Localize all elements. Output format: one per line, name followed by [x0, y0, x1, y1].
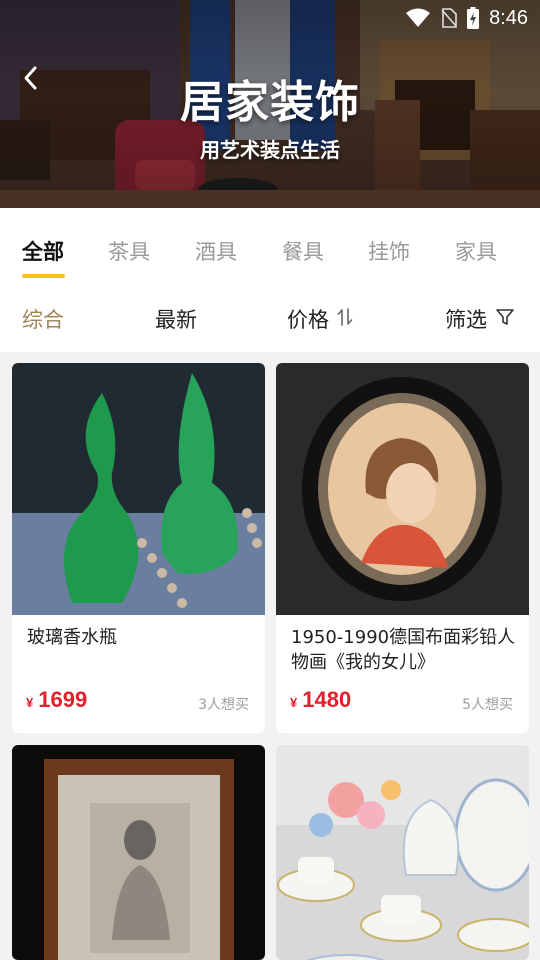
sort-newest-button[interactable]: 最新 [155, 304, 197, 334]
sort-bar: 综合 最新 价格 筛选 [0, 286, 540, 352]
product-title: 玻璃香水瓶 [27, 627, 117, 648]
sort-arrows-icon [337, 307, 353, 332]
tab-wine-set[interactable]: 酒具 [195, 236, 237, 266]
sort-price-label: 价格 [287, 308, 329, 332]
sort-overall-label: 综合 [22, 308, 64, 332]
filter-funnel-icon [495, 307, 515, 332]
sort-overall-button[interactable]: 综合 [22, 304, 64, 334]
price-value: 1480 [302, 687, 352, 712]
tab-active-indicator [22, 274, 65, 278]
tab-tableware[interactable]: 餐具 [282, 236, 324, 266]
filter-label: 筛选 [445, 308, 487, 332]
sort-newest-label: 最新 [155, 308, 197, 332]
sort-price-button[interactable]: 价格 [287, 304, 353, 334]
product-price: ¥ 1699 [26, 687, 87, 713]
page-subtitle: 用艺术装点生活 [200, 138, 340, 162]
product-title: 1950-1990德国布面彩铅人物画《我的女儿》 [291, 627, 516, 673]
product-image-framed-engraving [12, 745, 265, 960]
tab-wall-decor[interactable]: 挂饰 [368, 236, 410, 266]
price-currency: ¥ [26, 695, 34, 710]
product-image-portrait-painting [276, 363, 529, 615]
wifi-icon [405, 8, 431, 28]
product-card[interactable]: 1950-1990德国布面彩铅人物画《我的女儿》 ¥ 1480 5人想买 [276, 363, 529, 733]
page-title: 居家装饰 [180, 77, 360, 128]
hero-banner: 8:46 居家装饰 用艺术装点生活 [0, 0, 540, 208]
product-image-perfume-bottles [12, 363, 265, 615]
price-currency: ¥ [290, 695, 298, 710]
filter-button[interactable]: 筛选 [445, 304, 515, 334]
tab-furniture[interactable]: 家具 [455, 236, 497, 266]
no-sim-icon [441, 8, 457, 28]
product-card[interactable] [12, 745, 265, 960]
tab-tea-set[interactable]: 茶具 [108, 236, 150, 266]
battery-charging-icon [467, 7, 480, 29]
product-image-porcelain-tea-set [276, 745, 529, 960]
want-count: 3人想买 [198, 697, 249, 713]
category-tabs: 全部 茶具 酒具 餐具 挂饰 家具 [0, 208, 540, 286]
price-value: 1699 [38, 687, 88, 712]
want-count: 5人想买 [462, 697, 513, 713]
status-time: 8:46 [489, 6, 528, 29]
product-card[interactable]: 玻璃香水瓶 ¥ 1699 3人想买 [12, 363, 265, 733]
product-card[interactable] [276, 745, 529, 960]
product-price: ¥ 1480 [290, 687, 351, 713]
tab-all[interactable]: 全部 [22, 236, 64, 266]
status-bar: 8:46 [340, 0, 540, 36]
